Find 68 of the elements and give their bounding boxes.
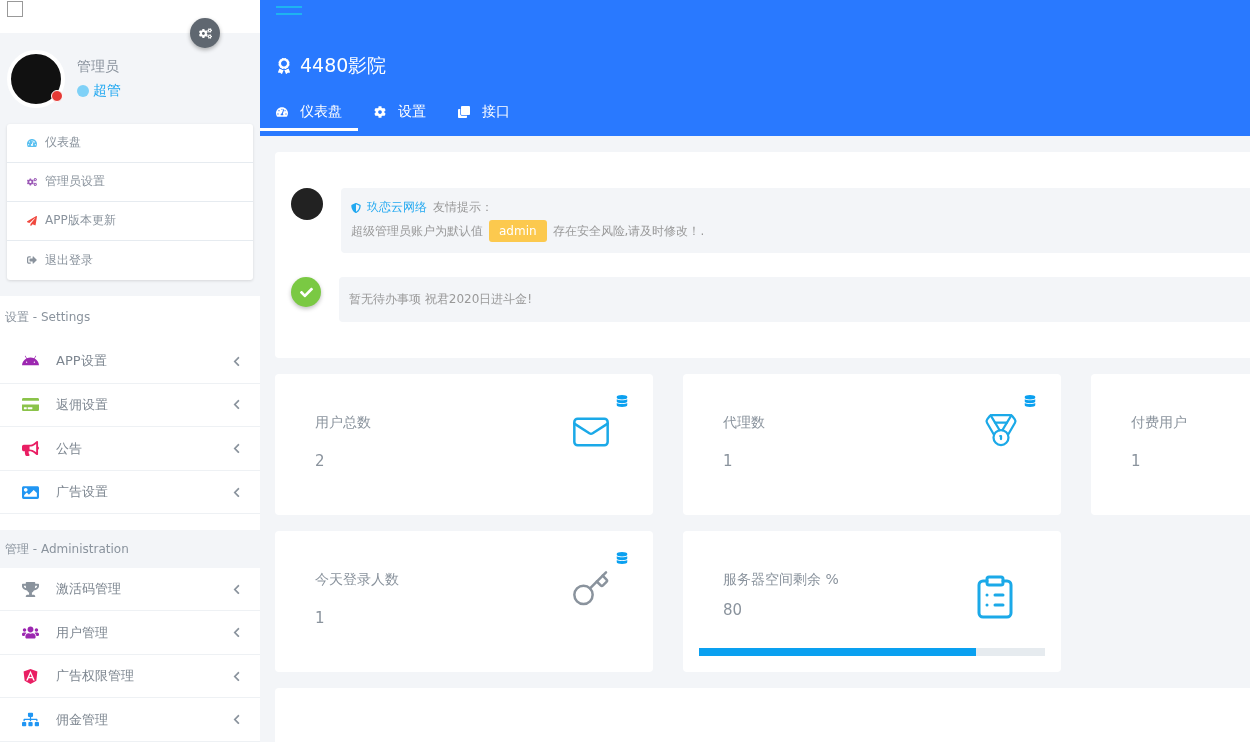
shield-icon — [351, 202, 361, 213]
megaphone-icon — [21, 440, 39, 457]
message-text: 超级管理员账户为默认值 — [351, 222, 483, 240]
user-role: 超管 — [93, 81, 121, 100]
chevron-icon — [231, 399, 242, 411]
checkbox[interactable] — [7, 1, 23, 17]
menu-item[interactable]: 管理员设置 — [7, 162, 253, 202]
database-icon — [1024, 395, 1036, 407]
stat-label: 用户总数 — [315, 414, 372, 432]
chevron-icon — [231, 486, 242, 498]
image-icon — [21, 483, 39, 501]
database-icon — [616, 552, 628, 564]
nav-item[interactable]: APP设置 — [0, 340, 260, 384]
sitemap-icon — [21, 711, 39, 729]
status-dot-icon — [77, 84, 89, 97]
menu-item[interactable]: 仪表盘 — [7, 123, 253, 163]
chevron-icon — [231, 355, 242, 367]
stat-value: 1 — [723, 452, 734, 470]
check-icon — [291, 277, 321, 307]
nav-item[interactable]: 用户管理 — [0, 611, 260, 655]
message-text: 存在安全风险,请及时修改！. — [552, 222, 705, 240]
section-header: 管理 - Administration — [0, 530, 260, 568]
credit-card-icon — [21, 396, 39, 414]
medal-icon — [983, 412, 1019, 448]
nav-item[interactable]: 公告 — [0, 427, 260, 471]
menu-item[interactable]: 退出登录 — [7, 240, 253, 280]
user-name: 管理员 — [77, 57, 120, 76]
stat-label: 服务器空间剩余 % — [723, 571, 840, 589]
message-text: 暂无待办事项 祝君2020日进斗金! — [349, 291, 533, 308]
gears-icon — [198, 26, 212, 40]
sign-out-icon — [27, 255, 37, 266]
database-icon — [616, 395, 628, 407]
stat-value: 2 — [315, 452, 326, 470]
paper-plane-icon — [27, 215, 37, 226]
menu-item[interactable]: APP版本更新 — [7, 201, 253, 241]
tab[interactable]: 接口 — [442, 95, 526, 131]
sender-name: 玖恋云网络 — [367, 199, 427, 216]
message-heading: 友情提示： — [433, 199, 493, 216]
tab[interactable]: 设置 — [358, 95, 442, 131]
stat-label: 代理数 — [723, 414, 766, 432]
chevron-icon — [231, 670, 242, 682]
stat-value: 1 — [315, 609, 326, 627]
chevron-icon — [231, 443, 242, 454]
site-title: 4480影院 — [300, 53, 387, 78]
nav-item[interactable]: 返佣设置 — [0, 383, 260, 428]
stat-label: 付费用户 — [1131, 414, 1188, 432]
nav-item[interactable]: 激活码管理 — [0, 567, 260, 612]
copy-icon — [458, 105, 470, 118]
angular-shield-icon — [21, 667, 39, 685]
settings-button[interactable] — [190, 18, 220, 48]
gear-icon — [374, 105, 386, 118]
chevron-icon — [231, 714, 242, 726]
username-badge: admin — [489, 220, 547, 242]
chevron-icon — [231, 583, 242, 595]
dashboard-icon — [27, 137, 37, 148]
nav-item[interactable]: 广告设置 — [0, 470, 260, 515]
nav-item[interactable]: 佣金管理 — [0, 698, 260, 742]
stat-value: 80 — [723, 601, 744, 619]
stat-value: 1 — [1131, 452, 1142, 470]
tab[interactable]: 仪表盘 — [260, 95, 358, 131]
chevron-icon — [231, 627, 242, 639]
trophy-icon — [21, 580, 39, 598]
dashboard-icon — [276, 105, 288, 118]
stat-label: 今天登录人数 — [315, 571, 400, 589]
award-icon — [276, 58, 292, 74]
nav-item[interactable]: 广告权限管理 — [0, 654, 260, 699]
avatar-placeholder — [291, 188, 323, 220]
gears-icon — [27, 176, 37, 187]
